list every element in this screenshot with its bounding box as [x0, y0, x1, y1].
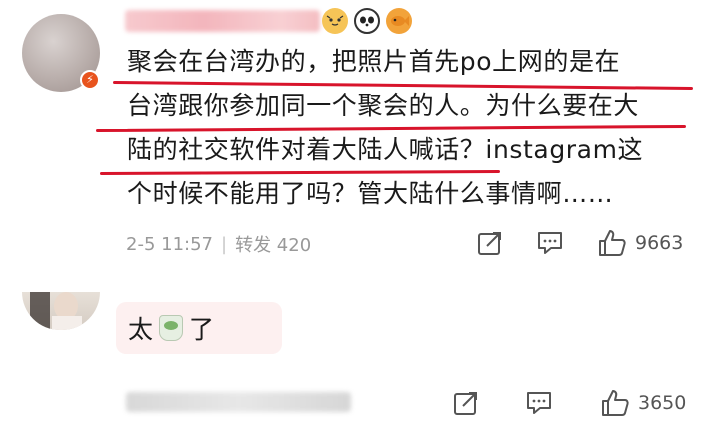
panda-emoji-icon	[354, 8, 380, 34]
share-button[interactable]	[476, 229, 504, 257]
thumbs-up-icon	[599, 230, 626, 256]
comment-line: 聚会在台湾办的，把照片首先po上网的是在	[127, 47, 621, 76]
fish-emoji-icon	[386, 8, 412, 34]
verified-badge-icon: ⚡	[80, 70, 100, 90]
meta-separator: |	[221, 233, 228, 255]
reply-avatar[interactable]	[22, 292, 100, 330]
like-button[interactable]: 9663	[597, 228, 683, 258]
comment-bubble-icon	[538, 232, 562, 254]
comment-bubble-icon	[527, 392, 551, 414]
repost-count[interactable]: 转发 420	[235, 231, 311, 257]
reply-text: 太	[128, 315, 154, 344]
comment-line: 陆的社交软件对着大陆人喊话？instagram这	[127, 135, 644, 164]
comment-line: 台湾跟你参加同一个聚会的人。为什么要在大	[127, 91, 640, 120]
thumbs-up-icon	[602, 390, 629, 416]
comment-line: 个时候不能用了吗？管大陆什么事情啊……	[127, 179, 614, 208]
reply-text: 了	[189, 315, 215, 344]
reply-share-button[interactable]	[452, 389, 480, 417]
comment-timestamp: 2-5 11:57	[126, 233, 213, 255]
share-icon	[454, 392, 477, 415]
reply-bubble: 太 了	[116, 302, 282, 354]
username-emoji-row	[322, 8, 412, 34]
like-count: 9663	[635, 232, 684, 254]
comment-button[interactable]	[536, 229, 564, 257]
username-blurred[interactable]	[125, 10, 320, 32]
reply-like-button[interactable]: 3650	[600, 388, 686, 418]
reply-meta-blurred	[126, 392, 351, 412]
reply-comment-button[interactable]	[525, 389, 553, 417]
tiger-emoji-icon	[322, 8, 348, 34]
like-count: 3650	[638, 392, 687, 414]
comment-meta: 2-5 11:57 | 转发 420	[126, 231, 311, 257]
tea-emoji-icon	[159, 315, 184, 341]
share-icon	[478, 232, 501, 255]
